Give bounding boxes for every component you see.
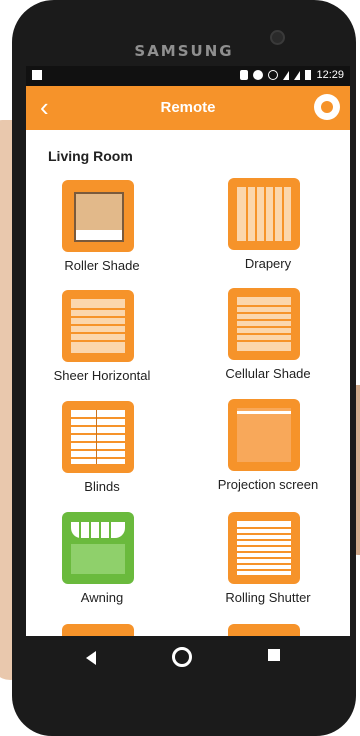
phone-frame: SAMSUNG 12:29 ‹ Remote Living Room Rolle… — [12, 0, 356, 736]
camera-icon — [270, 30, 285, 45]
device-tile-awning[interactable]: Awning — [32, 512, 172, 612]
drapery-icon — [228, 178, 300, 250]
sheer-horizontal-icon — [62, 290, 134, 362]
device-tile-projection-screen[interactable]: Projection screen — [198, 399, 338, 499]
projection-screen-icon — [228, 399, 300, 471]
device-label: Blinds — [84, 479, 120, 494]
device-label: Cellular Shade — [225, 366, 311, 381]
status-bar: 12:29 — [26, 66, 350, 86]
device-tile-sheer-horizontal[interactable]: Sheer Horizontal — [32, 290, 172, 390]
room-title: Living Room — [48, 148, 133, 164]
blinds-icon — [62, 401, 134, 473]
recents-icon[interactable] — [268, 649, 280, 661]
device-tile-rolling-shutter[interactable]: Rolling Shutter — [198, 512, 338, 612]
device-tile-partial[interactable] — [62, 624, 134, 636]
app-header: ‹ Remote — [26, 86, 350, 130]
back-icon[interactable] — [86, 651, 96, 665]
system-nav-bar — [12, 636, 356, 686]
awning-icon — [62, 512, 134, 584]
device-tile-blinds[interactable]: Blinds — [32, 401, 172, 501]
bluetooth-icon — [240, 70, 249, 80]
device-tile-partial[interactable] — [228, 624, 300, 636]
circle-icon[interactable] — [314, 94, 340, 120]
app-screen: 12:29 ‹ Remote Living Room Roller Shade — [26, 66, 350, 636]
image-icon — [32, 70, 42, 80]
status-time: 12:29 — [316, 69, 344, 81]
rolling-shutter-icon — [228, 512, 300, 584]
status-icons: 12:29 — [240, 69, 344, 81]
battery-icon — [305, 70, 312, 80]
page-title: Remote — [160, 99, 216, 116]
roller-shade-icon — [62, 180, 134, 252]
device-tile-drapery[interactable]: Drapery — [198, 178, 338, 278]
device-label: Rolling Shutter — [225, 590, 311, 605]
cellular-shade-icon — [228, 288, 300, 360]
mute-icon — [253, 70, 264, 80]
wifi-icon — [283, 70, 290, 80]
signal-icon — [294, 70, 301, 80]
device-label: Sheer Horizontal — [53, 368, 151, 383]
device-label: Drapery — [244, 256, 292, 271]
device-tile-roller-shade[interactable]: Roller Shade — [32, 180, 172, 280]
device-tile-cellular-shade[interactable]: Cellular Shade — [198, 288, 338, 388]
device-label: Awning — [80, 590, 124, 605]
device-label: Roller Shade — [64, 258, 140, 273]
alarm-icon — [268, 70, 279, 80]
device-label: Projection screen — [217, 477, 319, 492]
circle-inner — [321, 101, 333, 113]
home-icon[interactable] — [172, 647, 192, 667]
brand-label: SAMSUNG — [134, 42, 234, 60]
